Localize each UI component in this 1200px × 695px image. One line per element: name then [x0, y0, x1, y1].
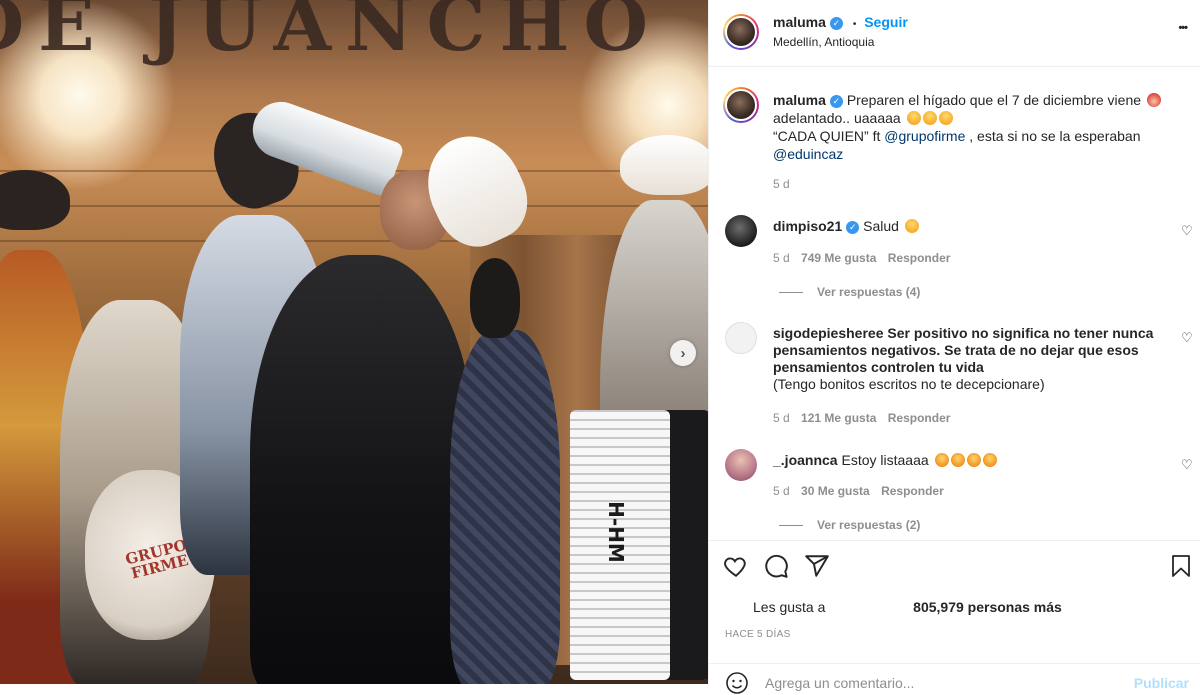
- emoji-smiley-icon[interactable]: [725, 671, 749, 695]
- comment-item: sigodepiesheree Ser positivo no signific…: [773, 325, 1163, 393]
- post-actions: Les gusta a 805,979 personas más HACE 5 …: [709, 540, 1200, 694]
- comment-meta: 5 d 121 Me gusta Responder: [773, 411, 950, 425]
- caption-text-3: “CADA QUIEN” ft: [773, 128, 881, 144]
- star-eyes-emoji-icon: [934, 453, 949, 467]
- photo-hat-left: [0, 170, 70, 230]
- photo-accordion: [570, 410, 708, 680]
- likes-count[interactable]: 805,979 personas más: [913, 599, 1062, 615]
- photo-hat-right: [620, 135, 708, 195]
- comment-bubble-icon[interactable]: [763, 553, 789, 579]
- post-photo[interactable]: DE JUANCHO GRUPO FIRME H-HM ›: [0, 0, 708, 684]
- reply-button[interactable]: Responder: [888, 251, 951, 265]
- verified-badge-icon: ✓: [846, 220, 860, 234]
- save-bookmark-icon[interactable]: [1169, 553, 1193, 579]
- cheers-emoji-icon: [904, 219, 919, 233]
- caption-text-2: adelantado.. uaaaaa: [773, 110, 901, 126]
- comment-input[interactable]: Agrega un comentario...: [765, 675, 914, 691]
- comment-likes[interactable]: 749 Me gusta: [801, 251, 876, 265]
- view-replies-button[interactable]: Ver respuestas (2): [779, 518, 920, 532]
- follow-button[interactable]: Seguir: [864, 14, 908, 30]
- santa-emoji-icon: [1146, 93, 1161, 107]
- star-eyes-emoji-icon: [966, 453, 981, 467]
- header-separator: •: [852, 19, 857, 30]
- author-username[interactable]: maluma: [773, 14, 826, 30]
- more-options-icon[interactable]: •••: [1178, 22, 1188, 34]
- caption: maluma ✓ Preparen el hígado que el 7 de d…: [773, 91, 1173, 163]
- likes-prefix: Les gusta a: [753, 599, 826, 615]
- beer-emoji-icon: [938, 111, 953, 125]
- caption-text-4: , esta si no se la esperaban: [969, 128, 1141, 144]
- post-header: maluma ✓ • Seguir Medellín, Antioquia •••: [709, 0, 1200, 67]
- next-photo-button[interactable]: ›: [670, 340, 696, 366]
- like-heart-icon[interactable]: [723, 553, 749, 579]
- photo-hat-plaid: [470, 258, 520, 338]
- photo-accordion-text: H-HM: [603, 501, 628, 563]
- post-date[interactable]: HACE 5 DÍAS: [725, 629, 791, 640]
- reply-button[interactable]: Responder: [888, 411, 951, 425]
- like-comment-icon[interactable]: ♡: [1181, 331, 1193, 344]
- caption-avatar[interactable]: [723, 87, 759, 123]
- likes-summary: Les gusta a 805,979 personas más: [753, 599, 1062, 615]
- like-comment-icon[interactable]: ♡: [1181, 224, 1193, 237]
- photo-person-plaid: [450, 330, 560, 684]
- comment-avatar[interactable]: [725, 322, 757, 354]
- star-eyes-emoji-icon: [950, 453, 965, 467]
- share-paper-plane-icon[interactable]: [804, 553, 830, 579]
- comment-time[interactable]: 5 d: [773, 251, 790, 265]
- author-avatar[interactable]: [723, 14, 759, 50]
- caption-text-1: Preparen el hígado que el 7 de diciembre…: [846, 92, 1142, 108]
- comment-avatar[interactable]: [725, 215, 757, 247]
- comment-username[interactable]: sigodepiesheree: [773, 325, 884, 341]
- comment-item: _.joannca Estoy listaaaa: [773, 452, 1153, 468]
- post-location[interactable]: Medellín, Antioquia: [773, 35, 874, 49]
- publish-button[interactable]: Publicar: [1134, 675, 1189, 691]
- beer-emoji-icon: [906, 111, 921, 125]
- comment-text: Salud: [863, 218, 899, 234]
- like-comment-icon[interactable]: ♡: [1181, 458, 1193, 471]
- photo-person-main: [250, 255, 475, 684]
- comment-username[interactable]: _.joannca: [773, 452, 838, 468]
- mention-eduincaz[interactable]: @eduincaz: [773, 146, 843, 162]
- beer-emoji-icon: [922, 111, 937, 125]
- comments-list[interactable]: maluma ✓ Preparen el hígado que el 7 de d…: [709, 67, 1200, 539]
- comment-likes[interactable]: 121 Me gusta: [801, 411, 876, 425]
- comment-time[interactable]: 5 d: [773, 411, 790, 425]
- mention-grupofirme[interactable]: @grupofirme: [884, 128, 965, 144]
- comment-username[interactable]: dimpiso21: [773, 218, 842, 234]
- comment-time[interactable]: 5 d: [773, 484, 790, 498]
- caption-username[interactable]: maluma: [773, 92, 826, 108]
- verified-badge-icon: ✓: [829, 16, 843, 30]
- comment-text: Estoy listaaaa: [841, 452, 929, 468]
- comment-text: (Tengo bonitos escritos no te decepciona…: [773, 376, 1045, 392]
- star-eyes-emoji-icon: [982, 453, 997, 467]
- verified-badge-icon: ✓: [829, 94, 843, 108]
- caption-time[interactable]: 5 d: [773, 177, 790, 191]
- comment-item: dimpiso21 ✓ Salud: [773, 218, 1153, 234]
- reply-button[interactable]: Responder: [881, 484, 944, 498]
- view-replies-button[interactable]: Ver respuestas (4): [779, 285, 920, 299]
- comment-meta: 5 d 749 Me gusta Responder: [773, 251, 950, 265]
- comment-avatar[interactable]: [725, 449, 757, 481]
- post-details-panel: maluma ✓ • Seguir Medellín, Antioquia •••…: [708, 0, 1200, 694]
- photo-sign-text: DE JUANCHO: [0, 0, 662, 68]
- comment-meta: 5 d 30 Me gusta Responder: [773, 484, 944, 498]
- comment-likes[interactable]: 30 Me gusta: [801, 484, 870, 498]
